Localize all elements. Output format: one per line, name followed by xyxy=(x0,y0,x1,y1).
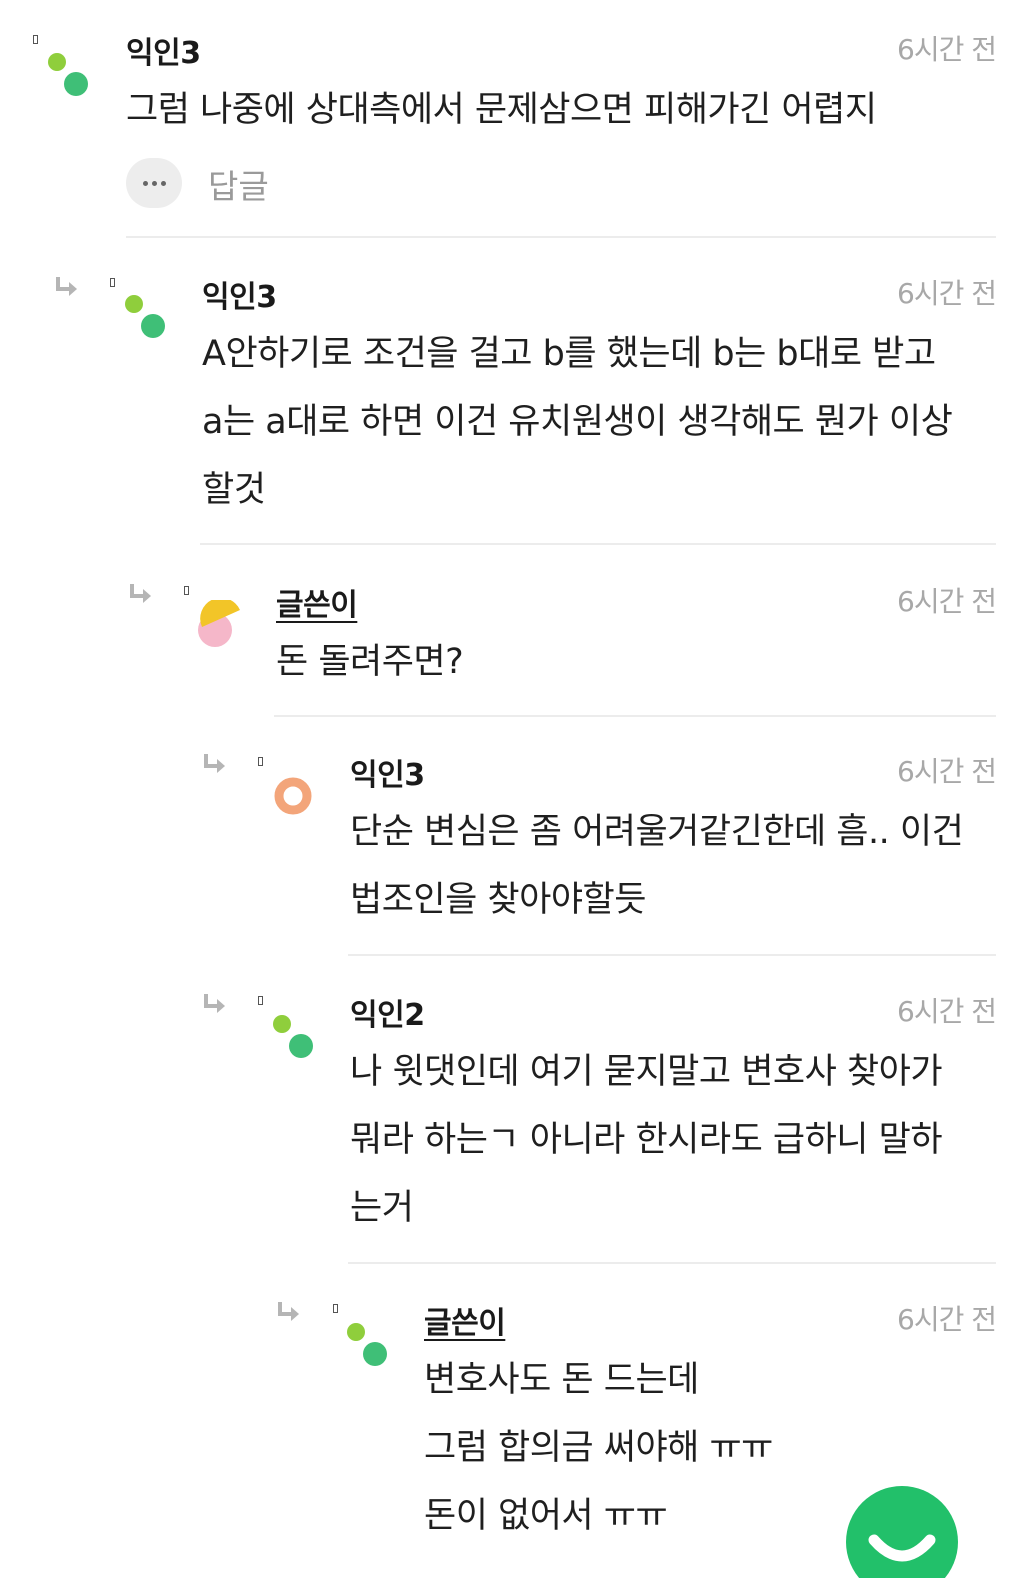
avatar[interactable] xyxy=(270,772,320,822)
comment-text: 단순 변심은 좀 어려울거같긴한데 흠.. 이건 법조인을 찾아야할듯 xyxy=(350,812,964,920)
comment-author[interactable]: 익인3 xyxy=(202,272,277,316)
reply-arrow-icon xyxy=(204,994,225,1013)
comment-author[interactable]: 글쓴이 xyxy=(276,580,358,624)
avatar-dot-large xyxy=(64,72,88,96)
mark-icon xyxy=(33,35,38,44)
more-dot xyxy=(142,180,148,186)
divider xyxy=(200,543,996,545)
mark-icon xyxy=(110,278,115,287)
avatar-dot-small xyxy=(125,295,143,313)
avatar-dot-small xyxy=(48,53,66,71)
comment-time: 6시간 전 xyxy=(897,995,997,1028)
reply-button[interactable]: 답글 xyxy=(208,160,269,208)
avatar-dot-large xyxy=(289,1034,313,1058)
avatar-dot-small xyxy=(273,1015,291,1033)
avatar[interactable] xyxy=(46,50,96,100)
mark-icon xyxy=(184,586,189,595)
comment-time: 6시간 전 xyxy=(897,1303,997,1336)
more-dot xyxy=(160,180,166,186)
divider xyxy=(348,1262,996,1264)
comment-author[interactable]: 글쓴이 xyxy=(424,1298,506,1342)
comment-text: 그럼 나중에 상대측에서 문제삼으면 피해가긴 어렵지 xyxy=(126,90,877,130)
comment-time: 6시간 전 xyxy=(897,277,997,310)
comment-item: 글쓴이 6시간 전 돈 돌려주면? xyxy=(274,580,997,717)
comment-text: 변호사도 돈 드는데 그럼 합의금 써야해 ㅠㅠ 돈이 없어서 ㅠㅠ xyxy=(424,1360,773,1536)
more-button[interactable] xyxy=(126,158,182,208)
floating-action-button[interactable] xyxy=(846,1486,958,1578)
comment-time: 6시간 전 xyxy=(897,585,997,618)
avatar[interactable] xyxy=(271,1012,321,1062)
mark-icon xyxy=(258,757,263,766)
comment-text: 나 윗댓인데 여기 묻지말고 변호사 찾아가 뭐라 하는ㄱ 아니라 한시라도 급… xyxy=(350,1052,943,1228)
comment-time: 6시간 전 xyxy=(897,755,997,788)
comment-author[interactable]: 익인2 xyxy=(350,990,425,1034)
more-dot xyxy=(151,180,157,186)
divider xyxy=(126,236,996,238)
avatar-dot-large xyxy=(141,314,165,338)
comment-item: 익인3 6시간 전 단순 변심은 좀 어려울거같긴한데 흠.. 이건 법조인을 … xyxy=(348,750,997,956)
avatar[interactable] xyxy=(123,292,173,342)
reply-arrow-icon xyxy=(130,584,151,603)
reply-arrow-icon xyxy=(56,277,77,296)
comment-text: A안하기로 조건을 걸고 b를 했는데 b는 b대로 받고 a는 a대로 하면 … xyxy=(202,334,953,510)
divider xyxy=(348,954,996,956)
comment-author[interactable]: 익인3 xyxy=(126,28,201,72)
avatar[interactable] xyxy=(194,600,244,650)
comment-text: 돈 돌려주면? xyxy=(276,642,464,682)
smile-icon xyxy=(868,1534,936,1562)
comment-author[interactable]: 익인3 xyxy=(350,750,425,794)
reply-arrow-icon xyxy=(278,1302,299,1321)
avatar-dot-small xyxy=(347,1323,365,1341)
avatar[interactable] xyxy=(345,1320,395,1370)
avatar-dot-large xyxy=(363,1342,387,1366)
comment-item: 익인3 6시간 전 A안하기로 조건을 걸고 b를 했는데 b는 b대로 받고 … xyxy=(200,272,997,545)
comment-item: 익인2 6시간 전 나 윗댓인데 여기 묻지말고 변호사 찾아가 뭐라 하는ㄱ … xyxy=(348,990,997,1264)
divider xyxy=(274,715,996,717)
avatar-ring xyxy=(274,777,312,815)
mark-icon xyxy=(258,996,263,1005)
comment-time: 6시간 전 xyxy=(897,33,997,66)
reply-arrow-icon xyxy=(204,754,225,773)
mark-icon xyxy=(333,1304,338,1313)
